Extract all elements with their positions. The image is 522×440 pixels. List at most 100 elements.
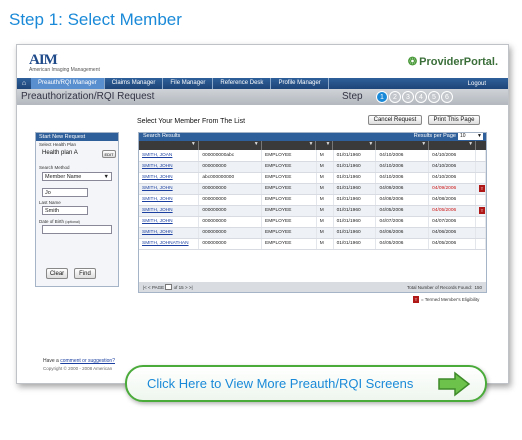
sort-arrow-icon[interactable]: ▼ bbox=[429, 141, 477, 150]
main-nav: ⌂ Preauth/RQI Manager Claims Manager Fil… bbox=[17, 78, 508, 89]
search-method-select[interactable]: Member Name ▼ bbox=[42, 172, 112, 181]
table-cell: 01/01/1960 bbox=[333, 227, 377, 239]
page-title-bar: Preauthorization/RQI Request Step 1 2 3 … bbox=[17, 89, 508, 105]
results-per-page-label: Results per Page bbox=[413, 133, 456, 139]
table-cell: 01/01/1960 bbox=[333, 216, 377, 228]
table-cell: M bbox=[316, 216, 334, 228]
table-cell: EMPLOYEE bbox=[261, 194, 317, 206]
table-cell: 04/10/2006 bbox=[375, 161, 430, 173]
results-table: SMITH, JOAN 000000000abc EMPLOYEE M 01/01/19… bbox=[139, 150, 487, 250]
table-cell: 01/01/1960 bbox=[333, 161, 377, 173]
sort-arrow-icon[interactable]: ▼ bbox=[316, 141, 334, 150]
termed-flag bbox=[475, 150, 487, 162]
select-member-heading: Select Your Member From The List bbox=[137, 118, 246, 125]
logo-subtitle: American Imaging Management bbox=[29, 67, 100, 73]
step-circle: 1 bbox=[376, 91, 388, 103]
table-cell: 04/07/2006 bbox=[375, 216, 430, 228]
pager-page-label: PAGE bbox=[151, 284, 165, 290]
table-row[interactable]: SMITH, JOHN abc000000000 EMPLOYEE M 01/01/19… bbox=[139, 172, 487, 184]
table-cell: 01/01/1960 bbox=[333, 183, 377, 195]
termed-flag bbox=[475, 238, 487, 250]
table-cell: EMPLOYEE bbox=[261, 150, 317, 162]
table-row[interactable]: SMITH, JOHN 000000000 EMPLOYEE M 01/01/1960 0… bbox=[139, 227, 487, 239]
table-cell: M bbox=[316, 238, 334, 250]
table-row[interactable]: SMITH, JOHN 000000000 EMPLOYEE M 01/01/1960 0… bbox=[139, 216, 487, 228]
last-name-input[interactable]: Smith bbox=[42, 206, 88, 215]
table-cell: 000000000 bbox=[198, 238, 263, 250]
clear-button[interactable]: Clear bbox=[46, 268, 68, 279]
view-more-screens-button[interactable]: Click Here to View More Preauth/RQI Scre… bbox=[125, 365, 487, 402]
table-cell: 000000000abc bbox=[198, 150, 263, 162]
sort-arrow-icon[interactable]: ▼ bbox=[139, 141, 199, 150]
table-cell: M bbox=[316, 150, 334, 162]
search-method-label: Search Method bbox=[39, 165, 70, 170]
dob-input[interactable] bbox=[42, 225, 112, 234]
results-per-page-select[interactable]: 10 ▼ bbox=[458, 133, 483, 140]
table-cell: 01/01/1960 bbox=[333, 194, 377, 206]
column-headers: ▼ ▼ ▼ ▼ ▼ ▼ ▼ bbox=[139, 141, 486, 150]
termed-flag: T bbox=[475, 183, 487, 195]
step-circle: 4 bbox=[415, 91, 427, 103]
table-cell: 01/01/1960 bbox=[333, 172, 377, 184]
chevron-down-icon: ▼ bbox=[477, 133, 482, 139]
table-cell: 000000000 bbox=[198, 227, 263, 239]
arrow-right-icon bbox=[438, 371, 471, 397]
sort-arrow-icon[interactable]: ▼ bbox=[262, 141, 317, 150]
pager-of: of 15 bbox=[173, 284, 184, 290]
termed-legend: T = Termed Member's Eligibility bbox=[413, 296, 480, 303]
table-row[interactable]: SMITH, JOHNATHAN 000000000 EMPLOYEE M 01/01/… bbox=[139, 238, 487, 250]
sort-arrow-icon[interactable]: ▼ bbox=[199, 141, 262, 150]
table-row[interactable]: SMITH, JOHN 000000000 EMPLOYEE M 01/01/1960 0… bbox=[139, 194, 487, 206]
table-cell: EMPLOYEE bbox=[261, 216, 317, 228]
nav-item-reference[interactable]: Reference Desk bbox=[213, 78, 272, 89]
table-cell: M bbox=[316, 183, 334, 195]
edit-plan-button[interactable]: EDIT bbox=[102, 150, 116, 158]
print-page-button[interactable]: Print This Page bbox=[428, 115, 480, 125]
page-number-input[interactable] bbox=[165, 284, 173, 290]
table-cell: 04/05/2006 bbox=[428, 205, 476, 217]
table-cell: 04/10/2006 bbox=[428, 150, 476, 162]
member-name-link[interactable]: SMITH, JOHN bbox=[139, 216, 200, 228]
table-cell: 04/05/2006 bbox=[375, 205, 430, 217]
pager-next[interactable]: > >| bbox=[185, 285, 193, 290]
member-name-link[interactable]: SMITH, JOAN bbox=[139, 150, 200, 162]
table-row[interactable]: SMITH, JOHN 000000000 EMPLOYEE M 01/01/1960 0… bbox=[139, 161, 487, 173]
table-cell: M bbox=[316, 205, 334, 217]
find-button[interactable]: Find bbox=[74, 268, 96, 279]
nav-item-preauth[interactable]: Preauth/RQI Manager bbox=[31, 78, 105, 89]
first-name-input[interactable]: Jo bbox=[42, 188, 88, 197]
table-cell: 04/08/2006 bbox=[428, 194, 476, 206]
member-name-link[interactable]: SMITH, JOHN bbox=[139, 205, 200, 217]
member-name-link[interactable]: SMITH, JOHN bbox=[139, 194, 200, 206]
nav-item-claims[interactable]: Claims Manager bbox=[105, 78, 164, 89]
table-row[interactable]: SMITH, JOAN 000000000abc EMPLOYEE M 01/01/19… bbox=[139, 150, 487, 162]
cancel-request-button[interactable]: Cancel Request bbox=[368, 115, 422, 125]
footer-comment: Have a comment or suggestion? bbox=[43, 358, 115, 364]
comment-link[interactable]: comment or suggestion? bbox=[60, 358, 115, 364]
nav-item-profile[interactable]: Profile Manager bbox=[271, 78, 329, 89]
health-plan-label: Select Health Plan bbox=[39, 142, 77, 147]
step-circle: 2 bbox=[389, 91, 401, 103]
sort-arrow-icon[interactable]: ▼ bbox=[376, 141, 430, 150]
nav-item-file[interactable]: File Manager bbox=[163, 78, 214, 89]
table-cell: 04/09/2006 bbox=[375, 183, 430, 195]
member-name-link[interactable]: SMITH, JOHNATHAN bbox=[139, 238, 200, 250]
member-name-link[interactable]: SMITH, JOHN bbox=[139, 227, 200, 239]
table-cell: 04/06/2006 bbox=[428, 227, 476, 239]
member-name-link[interactable]: SMITH, JOHN bbox=[139, 183, 200, 195]
termed-flag bbox=[475, 161, 487, 173]
logout-link[interactable]: Logout bbox=[468, 81, 508, 87]
pager-first[interactable]: |< < bbox=[143, 285, 151, 290]
member-name-link[interactable]: SMITH, JOHN bbox=[139, 172, 200, 184]
member-name-link[interactable]: SMITH, JOHN bbox=[139, 161, 200, 173]
table-row[interactable]: SMITH, JOHN 000000000 EMPLOYEE M 01/01/1960 0… bbox=[139, 183, 487, 195]
sort-arrow-icon[interactable]: ▼ bbox=[333, 141, 377, 150]
table-cell: 01/01/1960 bbox=[333, 205, 377, 217]
home-icon[interactable]: ⌂ bbox=[17, 78, 31, 89]
pager-total: Total Number of Records Found: 150 bbox=[406, 284, 482, 290]
termed-flag bbox=[475, 216, 487, 228]
table-row[interactable]: SMITH, JOHN 000000000 EMPLOYEE M 01/01/1960 0… bbox=[139, 205, 487, 217]
footer-copyright: Copyright © 2000 - 2008 American bbox=[43, 366, 113, 371]
search-panel: Start New Request Select Health Plan Hea… bbox=[35, 132, 119, 287]
provider-portal-brand: ❂ ProviderPortal. bbox=[407, 56, 498, 68]
